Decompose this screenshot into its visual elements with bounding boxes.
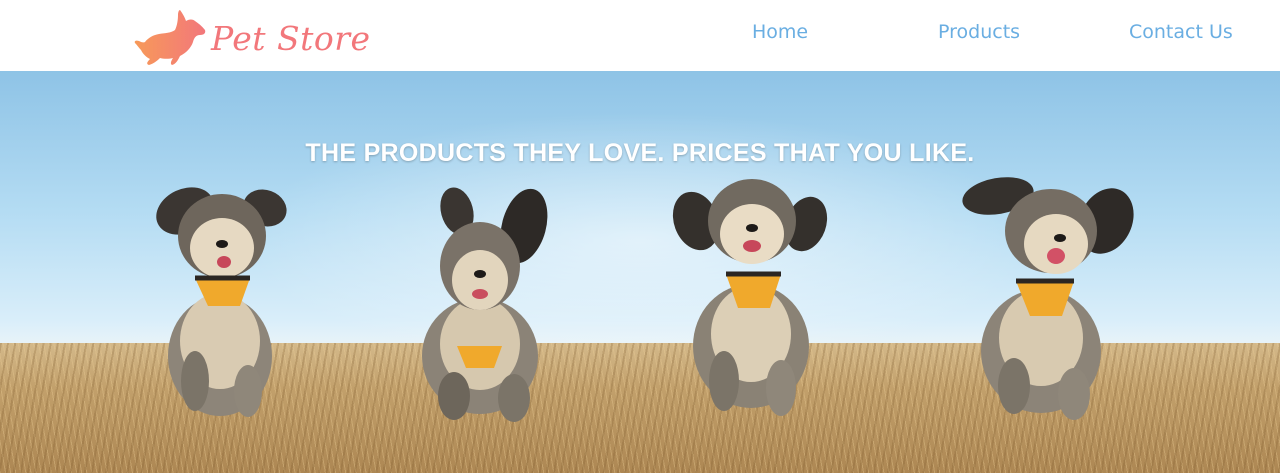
hero-banner: THE PRODUCTS THEY LOVE. PRICES THAT YOU … xyxy=(0,71,1280,473)
dog-image-4 xyxy=(962,177,1134,420)
hero-tagline: THE PRODUCTS THEY LOVE. PRICES THAT YOU … xyxy=(305,139,975,167)
dog-image-1 xyxy=(156,187,287,417)
logo-text: Pet Store xyxy=(211,19,371,58)
nav-home-link[interactable]: Home xyxy=(752,21,808,43)
nav-products-link[interactable]: Products xyxy=(938,21,1020,43)
dog-image-2 xyxy=(422,187,548,422)
dog-image-3 xyxy=(672,179,828,416)
nav-contact-link[interactable]: Contact Us xyxy=(1129,21,1233,43)
navbar: Pet Store Home Products Contact Us xyxy=(0,0,1280,71)
running-dog-icon xyxy=(134,10,206,65)
